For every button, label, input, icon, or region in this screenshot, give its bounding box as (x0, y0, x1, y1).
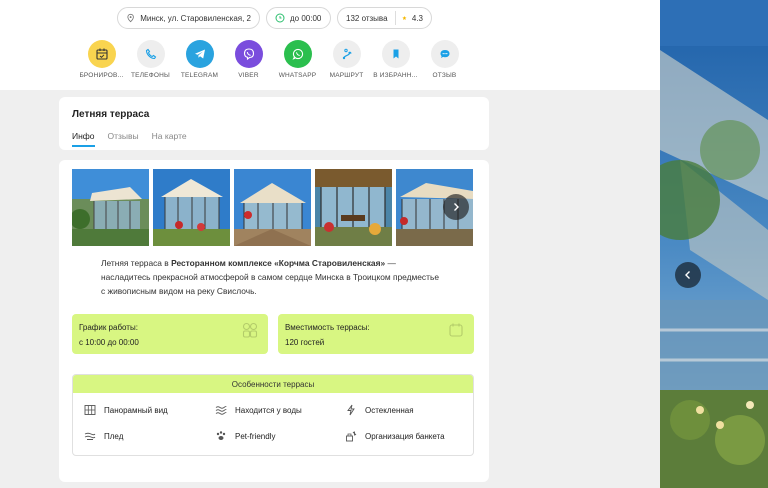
viber-label: VIBER (238, 72, 259, 79)
route-label: МАРШРУТ (329, 72, 364, 79)
bookmark-icon (393, 49, 398, 59)
feature-label: Находится у воды (235, 405, 302, 415)
feature-item: Pet-friendly (215, 430, 275, 442)
features-grid: Панорамный вид Находится у воды Остеклен… (73, 393, 473, 455)
whatsapp-button[interactable]: WHATSAPP (273, 40, 322, 79)
gallery-photo[interactable] (72, 169, 149, 246)
action-buttons: БРОНИРОВ... ТЕЛЕФОНЫ TELEGRAM VIBER WHAT… (77, 40, 469, 79)
glass-icon (347, 404, 355, 416)
panorama-icon (84, 405, 96, 415)
venue-description: Летняя терраса в Ресторанном комплексе «… (101, 256, 441, 298)
photo-gallery (72, 169, 473, 246)
feature-item: Остекленная (345, 404, 414, 416)
feature-label: Плед (104, 431, 124, 441)
water-icon (215, 406, 227, 415)
capacity-value: 120 гостей (285, 338, 325, 347)
gallery-photo[interactable] (234, 169, 311, 246)
terrace-features: Особенности террасы Панорамный вид Наход… (72, 374, 474, 456)
info-chips: Минск, ул. Старовиленская, 2 до 00:00 13… (117, 7, 432, 29)
route-circle[interactable] (332, 40, 361, 68)
booking-label: БРОНИРОВ... (79, 72, 124, 79)
feature-label: Организация банкета (365, 431, 445, 441)
booking-button[interactable]: БРОНИРОВ... (77, 40, 126, 79)
favorites-circle[interactable] (381, 40, 410, 68)
main-panel: Минск, ул. Старовиленская, 2 до 00:00 13… (0, 0, 660, 488)
feature-item: Плед (84, 430, 123, 442)
address-chip[interactable]: Минск, ул. Старовиленская, 2 (117, 7, 260, 29)
feature-item: Находится у воды (215, 404, 302, 416)
banquet-icon (346, 431, 357, 442)
phones-circle[interactable] (136, 40, 165, 68)
capacity-icon (449, 323, 463, 337)
whatsapp-icon (292, 48, 303, 60)
favorites-button[interactable]: В ИЗБРАНН... (371, 40, 420, 79)
telegram-button[interactable]: TELEGRAM (175, 40, 224, 79)
description-venue-name: Ресторанном комплексе «Корчма Старовилен… (171, 258, 386, 268)
capacity-box: Вместимость террасы: 120 гостей (278, 314, 474, 354)
description-intro: Летняя терраса в (101, 258, 172, 268)
calendar-icon (95, 48, 108, 60)
venue-info-card: Летняя терраса в Ресторанном комплексе «… (59, 160, 489, 482)
photo-prev-button[interactable] (675, 262, 701, 288)
telegram-circle[interactable] (185, 40, 214, 68)
reviews-count: 132 отзыва (346, 13, 388, 23)
hours-text: до 00:00 (290, 13, 322, 23)
schedule-value: с 10:00 до 00:00 (79, 338, 139, 347)
schedule-title: График работы: (79, 323, 138, 332)
route-button[interactable]: МАРШРУТ (322, 40, 371, 79)
side-photo-panel (660, 0, 768, 488)
tab-map[interactable]: На карте (152, 131, 187, 147)
rating-value: 4.3 (411, 13, 423, 23)
feature-item: Организация банкета (345, 430, 445, 442)
terrace-photo (660, 0, 768, 488)
reviews-chip[interactable]: 132 отзыва 4.3 (337, 7, 432, 29)
phones-label: ТЕЛЕФОНЫ (131, 72, 170, 79)
telegram-icon (194, 49, 205, 59)
star-icon (402, 15, 407, 20)
chevron-right-icon (454, 203, 459, 211)
booking-circle[interactable] (87, 40, 116, 68)
venue-title: Летняя терраса (72, 109, 150, 120)
feature-label: Панорамный вид (104, 405, 168, 415)
telegram-label: TELEGRAM (180, 72, 219, 79)
phone-icon (145, 48, 156, 60)
review-circle[interactable] (430, 40, 459, 68)
location-pin-icon (127, 13, 134, 23)
capacity-title: Вместимость террасы: (285, 323, 370, 332)
chevron-left-icon (685, 271, 690, 279)
feature-item: Панорамный вид (84, 404, 168, 416)
whatsapp-circle[interactable] (283, 40, 312, 68)
venue-tabs: Инфо Отзывы На карте (72, 131, 187, 147)
feature-label: Остекленная (365, 405, 414, 415)
favorites-label: В ИЗБРАНН... (373, 72, 418, 79)
venue-header-card: Летняя терраса Инфо Отзывы На карте (59, 97, 489, 150)
gallery-photo[interactable] (315, 169, 392, 246)
top-bar: Минск, ул. Старовиленская, 2 до 00:00 13… (0, 0, 660, 90)
viber-icon (243, 48, 254, 61)
viber-button[interactable]: VIBER (224, 40, 273, 79)
gallery-photo[interactable] (153, 169, 230, 246)
schedule-box: График работы: с 10:00 до 00:00 (72, 314, 268, 354)
whatsapp-label: WHATSAPP (278, 72, 317, 79)
paw-icon (216, 431, 226, 440)
viber-circle[interactable] (234, 40, 263, 68)
tab-reviews[interactable]: Отзывы (108, 131, 139, 147)
chat-icon (440, 50, 449, 58)
feature-label: Pet-friendly (235, 431, 276, 441)
route-icon (342, 48, 352, 60)
features-title: Особенности террасы (73, 375, 473, 393)
clock-icon (275, 13, 285, 23)
blanket-icon (84, 432, 96, 440)
schedule-icon (242, 322, 258, 338)
review-label: ОТЗЫВ (432, 72, 457, 79)
review-button[interactable]: ОТЗЫВ (420, 40, 469, 79)
gallery-next-button[interactable] (443, 194, 469, 220)
address-text: Минск, ул. Старовиленская, 2 (140, 13, 251, 23)
phones-button[interactable]: ТЕЛЕФОНЫ (126, 40, 175, 79)
tab-info[interactable]: Инфо (72, 131, 95, 147)
hours-chip[interactable]: до 00:00 (266, 7, 331, 29)
